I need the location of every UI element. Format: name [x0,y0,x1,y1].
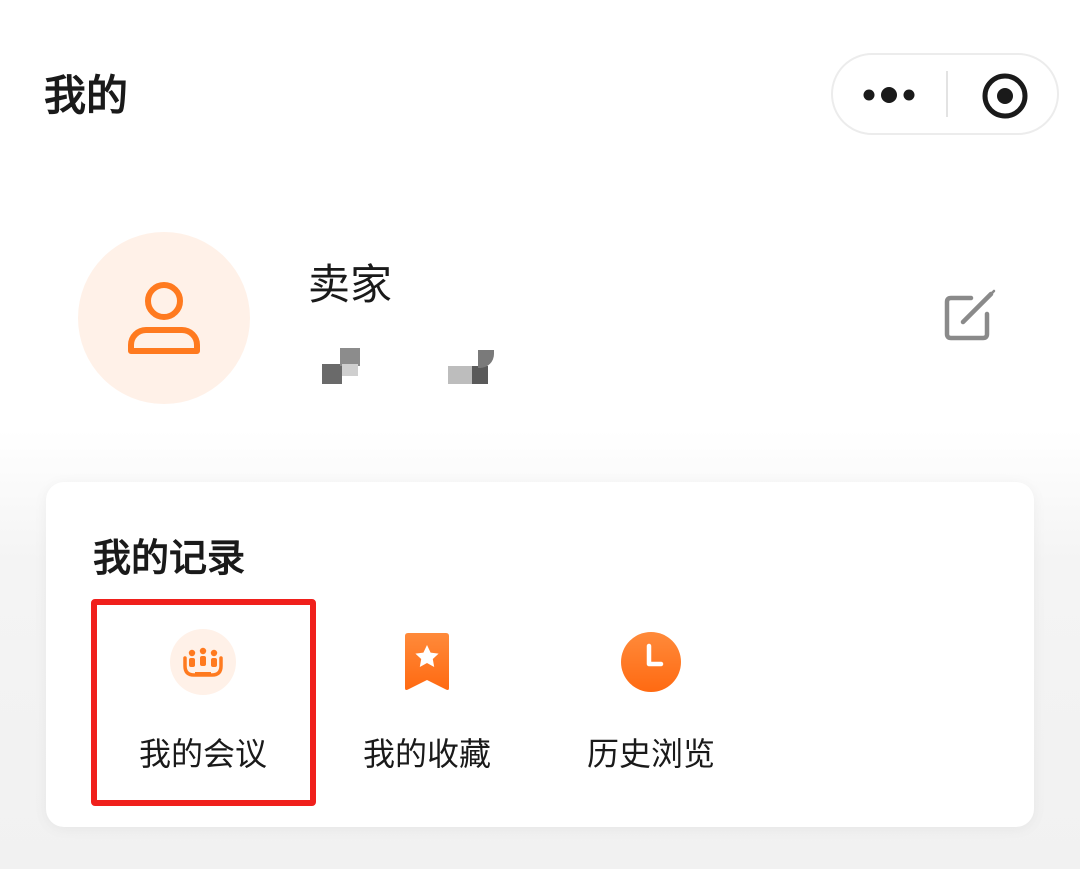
record-item-label: 历史浏览 [586,735,715,773]
more-button[interactable] [833,55,947,133]
record-item-label: 我的收藏 [362,735,491,773]
record-item-history[interactable]: 历史浏览 [541,624,761,800]
bookmark-star-icon [393,628,461,696]
edit-profile-button[interactable] [941,288,997,344]
edit-icon [944,289,996,341]
clock-icon [617,628,685,696]
page-title: 我的 [44,71,129,120]
highlight-annotation-box [91,599,316,806]
target-close-icon [982,73,1028,119]
user-icon [128,282,200,354]
more-dots-icon [863,87,915,103]
avatar[interactable] [78,232,250,404]
record-item-my-favorites[interactable]: 我的收藏 [317,624,537,800]
close-mini-program-button[interactable] [948,55,1059,133]
section-title: 我的记录 [93,536,246,580]
username: 卖家 [308,260,393,309]
redacted-account-info [322,348,502,388]
mini-program-menu-capsule [831,53,1059,135]
